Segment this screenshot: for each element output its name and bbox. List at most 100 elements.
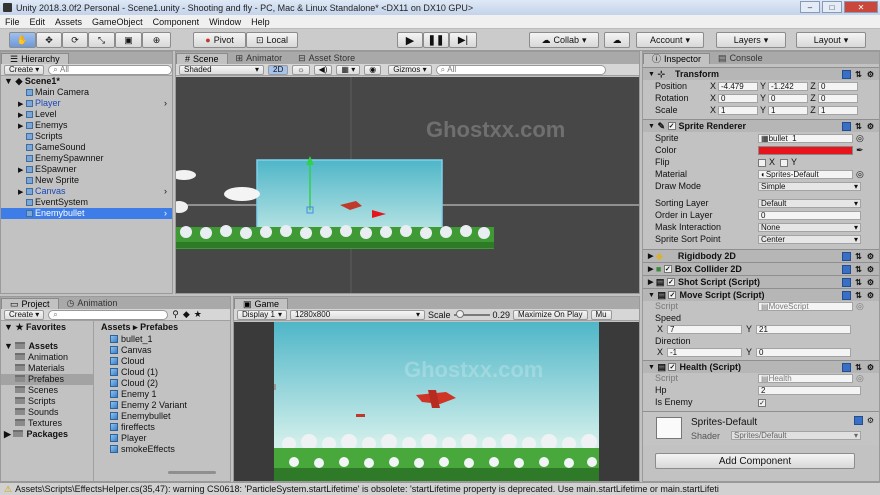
tab-inspector[interactable]: ⓘ Inspector [643,53,711,64]
file-item[interactable]: fireffects [110,422,155,433]
hierarchy-item[interactable]: ▶ Enemys [1,120,172,131]
settings-sliders-icon[interactable]: ⇅ [854,291,863,300]
tab-animation[interactable]: ◷ Animation [59,298,126,309]
settings-sliders-icon[interactable]: ⇅ [854,265,863,274]
add-component-button[interactable]: Add Component [655,453,855,469]
account-dropdown[interactable]: Account ▾ [636,32,704,48]
file-item[interactable]: Cloud (1) [110,367,158,378]
breadcrumb-leaf[interactable]: Prefabes [140,322,178,332]
project-create-dropdown[interactable]: Create ▾ [4,309,45,320]
tab-animator[interactable]: ⊞ Animator [228,53,291,64]
icon-size-slider[interactable] [168,471,216,474]
scene-search-input[interactable]: ⌕ All [435,64,606,75]
folder-item[interactable]: Sounds [15,407,59,418]
help-book-icon[interactable] [842,252,851,261]
gear-icon[interactable]: ⚙ [866,265,875,274]
folder-item[interactable]: Materials [15,363,65,374]
file-item[interactable]: Enemy 2 Variant [110,400,187,411]
sorting-layer-dropdown[interactable]: Default ▾ [758,199,861,208]
slider-knob[interactable] [455,309,464,318]
mute-audio-toggle[interactable]: Mu [590,309,612,320]
gear-icon[interactable]: ⚙ [866,122,875,131]
health-script-header[interactable]: ▼ ▤ ✓ Health (Script) ⇅ ⚙ [643,360,879,373]
tab-asset-store[interactable]: ⊟ Asset Store [290,53,363,64]
hp-field[interactable]: 2 [758,386,861,395]
hierarchy-item[interactable]: EnemySpawnner [1,153,172,164]
transform-tool-button[interactable]: ⊕ [142,32,171,48]
menu-gameobject[interactable]: GameObject [87,17,148,27]
scale-x-field[interactable]: 1 [718,106,758,115]
object-picker-icon[interactable]: ◎ [856,133,864,144]
scale-tool-button[interactable]: ⤡ [88,32,115,48]
folder-item[interactable]: Scenes [15,385,58,396]
file-item[interactable]: Cloud [110,356,145,367]
component-enabled-checkbox[interactable]: ✓ [668,363,677,371]
pivot-toggle[interactable]: ● Pivot [193,32,246,48]
2d-toggle[interactable]: 2D [268,64,289,75]
component-enabled-checkbox[interactable]: ✓ [663,265,672,273]
component-enabled-checkbox[interactable]: ✓ [666,278,675,286]
tab-console[interactable]: ▤ Console [710,53,771,64]
sort-point-dropdown[interactable]: Center ▾ [758,235,861,244]
hierarchy-search-input[interactable]: ⌕ All [48,64,172,75]
hierarchy-item[interactable]: ▶ Canvas › [1,186,172,197]
maximize-button[interactable]: □ [822,1,842,13]
gizmos-dropdown[interactable]: Gizmos ▾ [388,64,432,75]
menu-assets[interactable]: Assets [50,17,87,27]
is-enemy-checkbox[interactable]: ✓ [758,398,766,407]
box-collider2d-header[interactable]: ▶ ■ ✓ Box Collider 2D ⇅ ⚙ [643,262,879,275]
settings-sliders-icon[interactable]: ⇅ [854,70,863,79]
rotation-x-field[interactable]: 0 [718,94,758,103]
order-field[interactable]: 0 [758,211,861,220]
tab-scene[interactable]: # Scene [176,53,228,64]
rotation-y-field[interactable]: 0 [768,94,808,103]
move-tool-button[interactable]: ✥ [36,32,62,48]
eyedropper-icon[interactable]: ✒ [856,145,864,156]
hierarchy-item[interactable]: Main Camera [1,87,172,98]
move-script-header[interactable]: ▼ ▤ ✓ Move Script (Script) ⇅ ⚙ [643,288,879,301]
resolution-dropdown[interactable]: 1280x800 ▾ [290,309,425,320]
rotation-z-field[interactable]: 0 [818,94,858,103]
help-book-icon[interactable] [842,122,851,131]
help-book-icon[interactable] [842,265,851,274]
gear-icon[interactable]: ⚙ [866,363,875,372]
packages-folder[interactable]: ▶ Packages [4,429,68,440]
shot-script-header[interactable]: ▶ ▤ ✓ Shot Script (Script) ⇅ ⚙ [643,275,879,288]
display-dropdown[interactable]: Display 1 ▾ [237,309,287,320]
scene-visibility-toggle[interactable]: ◉ [364,64,382,75]
filter-type-icon[interactable]: ⚲ [172,309,179,320]
minimize-button[interactable]: – [800,1,820,13]
play-button[interactable]: ▶ [397,32,423,48]
component-enabled-checkbox[interactable]: ✓ [668,291,677,299]
scale-y-field[interactable]: 1 [768,106,808,115]
direction-y-field[interactable]: 0 [756,348,851,357]
help-book-icon[interactable] [854,416,863,425]
menu-window[interactable]: Window [204,17,246,27]
settings-sliders-icon[interactable]: ⇅ [854,278,863,287]
material-field[interactable]: ◐Sprites-Default [758,170,853,179]
hierarchy-create-dropdown[interactable]: Create ▾ [4,64,45,75]
scale-slider[interactable] [453,309,490,318]
step-button[interactable]: ▶| [449,32,477,48]
shading-dropdown[interactable]: Shaded ▾ [179,64,264,75]
gear-icon[interactable]: ⚙ [866,278,875,287]
file-item[interactable]: Cloud (2) [110,378,158,389]
transform-header[interactable]: ▼ ⊹ Transform ⇅ ⚙ [643,67,879,80]
hierarchy-item[interactable]: Scripts [1,131,172,142]
favorites-item[interactable]: ▼ ★ Favorites [4,322,66,333]
speed-x-field[interactable]: 7 [667,325,742,334]
status-bar[interactable]: ⚠ Assets\Scripts\EffectsHelper.cs(35,47)… [0,482,880,495]
help-book-icon[interactable] [842,291,851,300]
scene-root[interactable]: ▼ ◆ Scene1* [1,76,172,87]
menu-file[interactable]: File [0,17,25,27]
maximize-on-play-toggle[interactable]: Maximize On Play [513,309,588,320]
tab-project[interactable]: ▭ Project [1,298,59,309]
flip-y-checkbox[interactable] [780,158,789,167]
hierarchy-item-selected[interactable]: Enemybullet › [1,208,172,219]
hierarchy-item[interactable]: ▶ Player › [1,98,172,109]
hierarchy-item[interactable]: GameSound [1,142,172,153]
settings-sliders-icon[interactable]: ⇅ [854,252,863,261]
scale-z-field[interactable]: 1 [818,106,858,115]
help-book-icon[interactable] [842,70,851,79]
draw-mode-dropdown[interactable]: Simple ▾ [758,182,861,191]
